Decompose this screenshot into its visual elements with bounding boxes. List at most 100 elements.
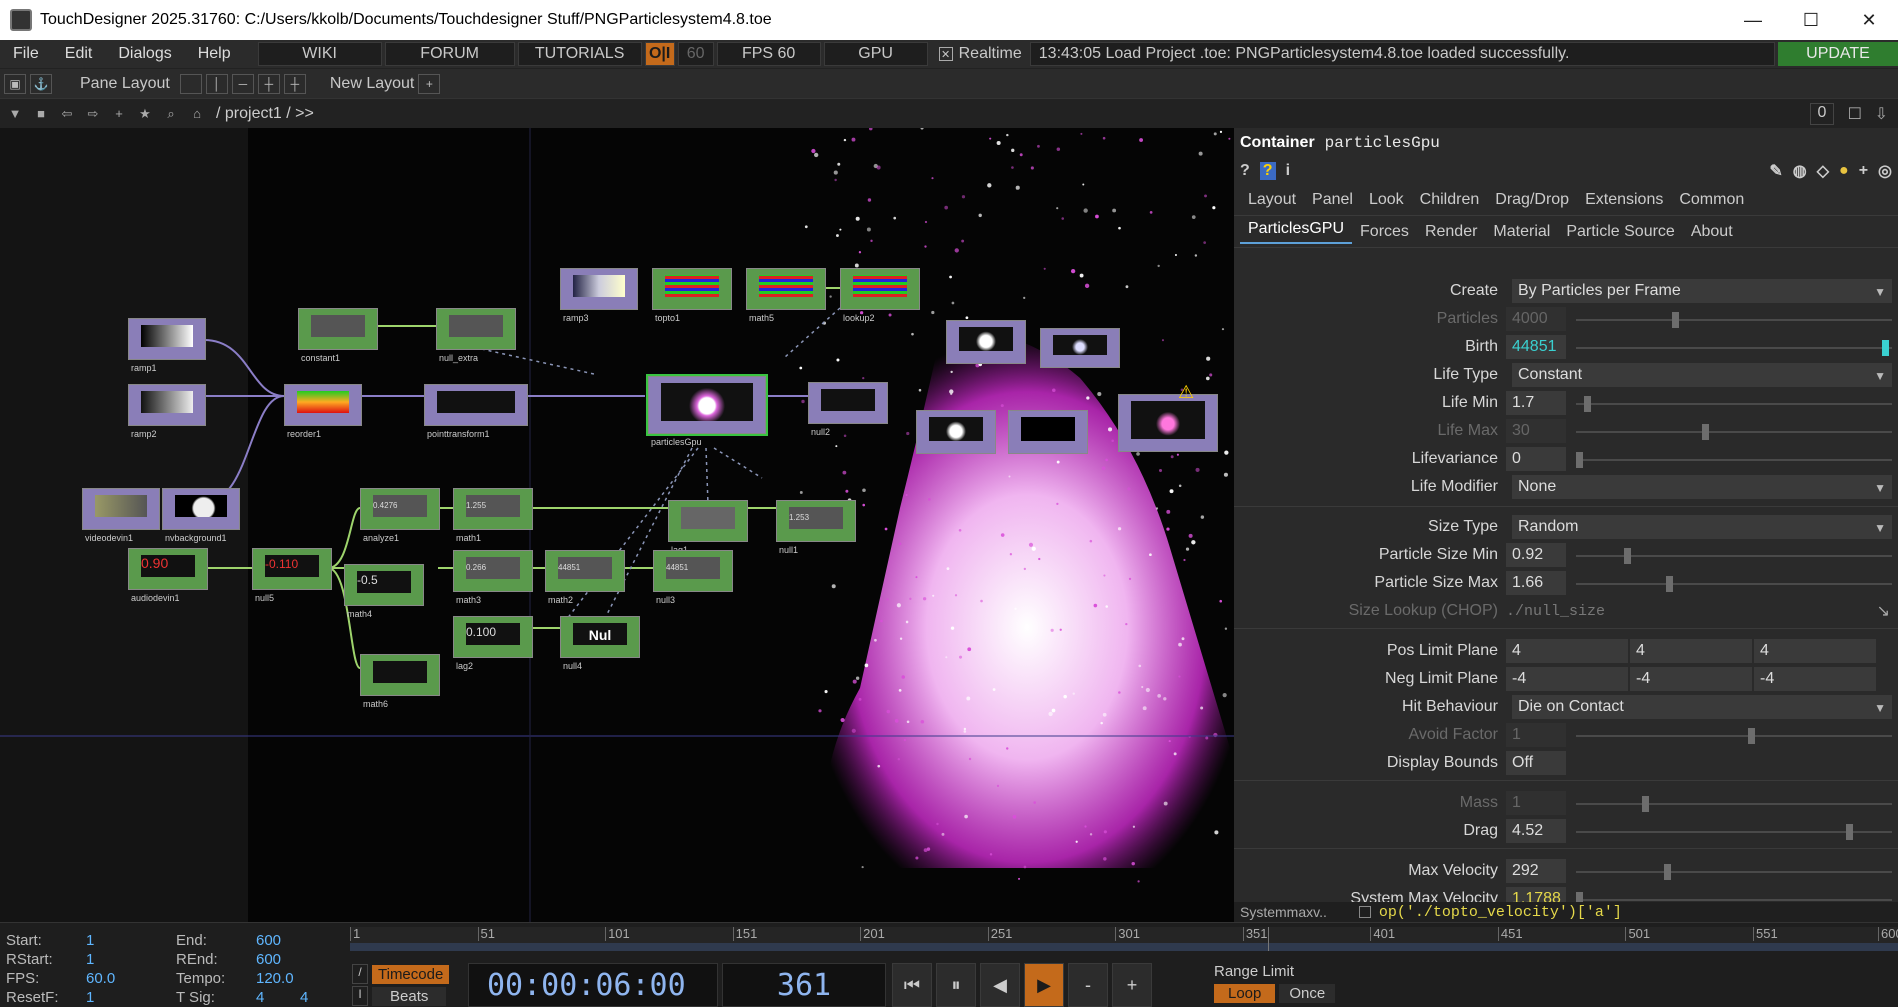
node-videodevin1[interactable]: videodevin1 xyxy=(82,488,160,543)
close-button[interactable]: ✕ xyxy=(1840,0,1898,40)
create-dropdown[interactable]: By Particles per Frame ▼ xyxy=(1512,279,1892,303)
menu-dialogs[interactable]: Dialogs xyxy=(105,45,184,63)
tab-children[interactable]: Children xyxy=(1412,191,1488,209)
node-null4[interactable]: Nul null4 xyxy=(560,616,640,671)
edit-icon[interactable]: ✎ xyxy=(1769,161,1782,181)
info-icon[interactable]: i xyxy=(1286,162,1290,180)
operator-help-icon[interactable]: ? xyxy=(1259,162,1276,180)
avoid-slider[interactable] xyxy=(1576,728,1892,744)
help-icon[interactable]: ? xyxy=(1240,162,1250,180)
maximize-button[interactable]: ☐ xyxy=(1782,0,1840,40)
node-pointtransform1[interactable]: pointtransform1 xyxy=(424,384,528,439)
clone-icon[interactable]: ◇ xyxy=(1817,161,1829,181)
timecode-toggle[interactable]: Timecode xyxy=(372,964,450,984)
tempo-value[interactable]: 120.0 xyxy=(256,969,294,988)
resetf-value[interactable]: 1 xyxy=(86,988,168,1007)
node-render-d[interactable] xyxy=(1008,410,1088,454)
node-ramp2[interactable]: ramp2 xyxy=(128,384,206,439)
playhead[interactable] xyxy=(1268,927,1270,951)
layout-split-icon[interactable]: │ xyxy=(205,73,228,94)
poslimit-z[interactable]: 4 xyxy=(1754,639,1876,663)
home-icon[interactable]: ⌂ xyxy=(186,103,208,125)
node-math5[interactable]: math5 xyxy=(746,268,826,323)
stop-icon[interactable]: ■ xyxy=(30,103,52,125)
maxvel-slider[interactable] xyxy=(1576,864,1892,880)
node-ramp3[interactable]: ramp3 xyxy=(560,268,638,323)
rstart-value[interactable]: 1 xyxy=(86,950,168,969)
hitbehaviour-dropdown[interactable]: Die on Contact ▼ xyxy=(1512,695,1892,719)
network-editor[interactable]: ramp3 topto1 math5 lookup2 ramp1 ramp2 c… xyxy=(0,128,1234,922)
node-lag2[interactable]: 0.100 lag2 xyxy=(453,616,533,671)
node-math2[interactable]: 44851 math2 xyxy=(545,550,625,605)
sysmaxvel-slider[interactable] xyxy=(1576,892,1892,908)
node-null5[interactable]: -0.110 null5 xyxy=(252,548,332,603)
layout-hsplit-icon[interactable]: ─ xyxy=(231,73,254,94)
poslimit-y[interactable]: 4 xyxy=(1630,639,1752,663)
lifemod-dropdown[interactable]: None ▼ xyxy=(1512,475,1892,499)
slash-icon[interactable]: / xyxy=(352,964,368,984)
node-render-e[interactable] xyxy=(1118,394,1218,452)
psizemin-slider[interactable] xyxy=(1576,548,1892,564)
pause-icon[interactable]: ⏸ xyxy=(936,963,976,1007)
pane-view-icon[interactable]: ▣ xyxy=(4,73,26,94)
step-plus-button[interactable]: + xyxy=(1112,963,1152,1007)
lifevariance-slider[interactable] xyxy=(1576,452,1892,468)
step-back-icon[interactable]: ◀ xyxy=(980,963,1020,1007)
node-lookup2[interactable]: lookup2 xyxy=(840,268,920,323)
minimize-button[interactable]: — xyxy=(1724,0,1782,40)
node-render-b[interactable] xyxy=(1040,328,1120,368)
menu-file[interactable]: File xyxy=(0,45,52,63)
tsig-b-value[interactable]: 4 xyxy=(300,988,308,1007)
gpu-button[interactable]: GPU xyxy=(823,42,928,66)
avoid-field[interactable]: 1 xyxy=(1506,723,1566,747)
bar-icon[interactable]: I xyxy=(352,986,368,1006)
forum-button[interactable]: FORUM xyxy=(384,42,515,66)
node-analyze1[interactable]: 0.4276 analyze1 xyxy=(360,488,440,543)
node-nvbackground1[interactable]: nvbackground1 xyxy=(162,488,240,543)
step-minus-button[interactable]: - xyxy=(1068,963,1108,1007)
add-icon[interactable]: + xyxy=(1859,162,1868,180)
node-render-c[interactable] xyxy=(916,410,996,454)
python-icon[interactable]: ● xyxy=(1839,162,1849,180)
fps-cap[interactable]: 60 xyxy=(677,42,714,66)
wiki-button[interactable]: WIKI xyxy=(257,42,382,66)
search-icon[interactable]: ⌕ xyxy=(160,103,182,125)
rend-value[interactable]: 600 xyxy=(256,950,281,969)
tab-dragdrop[interactable]: Drag/Drop xyxy=(1487,191,1577,209)
node-math6[interactable]: math6 xyxy=(360,654,440,709)
menu-help[interactable]: Help xyxy=(185,45,244,63)
node-null1[interactable]: 1.253 null1 xyxy=(776,500,856,555)
add-icon[interactable]: + xyxy=(108,103,130,125)
lifemin-slider[interactable] xyxy=(1576,396,1892,412)
layout-single-icon[interactable] xyxy=(179,73,202,94)
update-button[interactable]: UPDATE xyxy=(1778,42,1898,66)
maximize-pane-icon[interactable]: ☐ xyxy=(1848,104,1862,124)
tab-extensions[interactable]: Extensions xyxy=(1577,191,1671,209)
sizelookup-value[interactable]: ./null_size xyxy=(1506,603,1605,620)
tab-particlesgpu[interactable]: ParticlesGPU xyxy=(1240,220,1353,244)
node-reorder1[interactable]: reorder1 xyxy=(284,384,362,439)
network-path[interactable]: / project1 / >> xyxy=(216,105,314,123)
node-math3[interactable]: 0.266 math3 xyxy=(453,550,533,605)
time-ruler[interactable]: 151101151201251301351401451501551600 xyxy=(350,927,1898,951)
psizemin-field[interactable]: 0.92 xyxy=(1506,543,1566,567)
rewind-icon[interactable]: ⏮ xyxy=(892,963,932,1007)
oi-toggle[interactable]: O|I xyxy=(644,42,675,66)
lifemin-field[interactable]: 1.7 xyxy=(1506,391,1566,415)
comment-icon[interactable]: ◍ xyxy=(1793,161,1807,181)
drag-field[interactable]: 4.52 xyxy=(1506,819,1566,843)
tab-common[interactable]: Common xyxy=(1671,191,1752,209)
expression-value[interactable]: op('./topto_velocity')['a'] xyxy=(1379,904,1622,921)
maxvel-field[interactable]: 292 xyxy=(1506,859,1566,883)
node-math1[interactable]: 1.255 math1 xyxy=(453,488,533,543)
lifemax-slider[interactable] xyxy=(1576,424,1892,440)
birth-field[interactable]: 44851 xyxy=(1506,335,1566,359)
sizetype-dropdown[interactable]: Random ▼ xyxy=(1512,515,1892,539)
node-null2[interactable]: null2 xyxy=(808,382,888,437)
timecode-display[interactable]: 00:00:06:00 xyxy=(468,963,718,1007)
layout-quad-icon[interactable]: ┼ xyxy=(283,73,306,94)
warning-icon[interactable]: ⚠ xyxy=(1178,382,1194,403)
node-particlesgpu[interactable]: particlesGpu xyxy=(646,374,768,447)
star-icon[interactable]: ★ xyxy=(134,103,156,125)
expression-mode-icon[interactable] xyxy=(1358,906,1371,918)
